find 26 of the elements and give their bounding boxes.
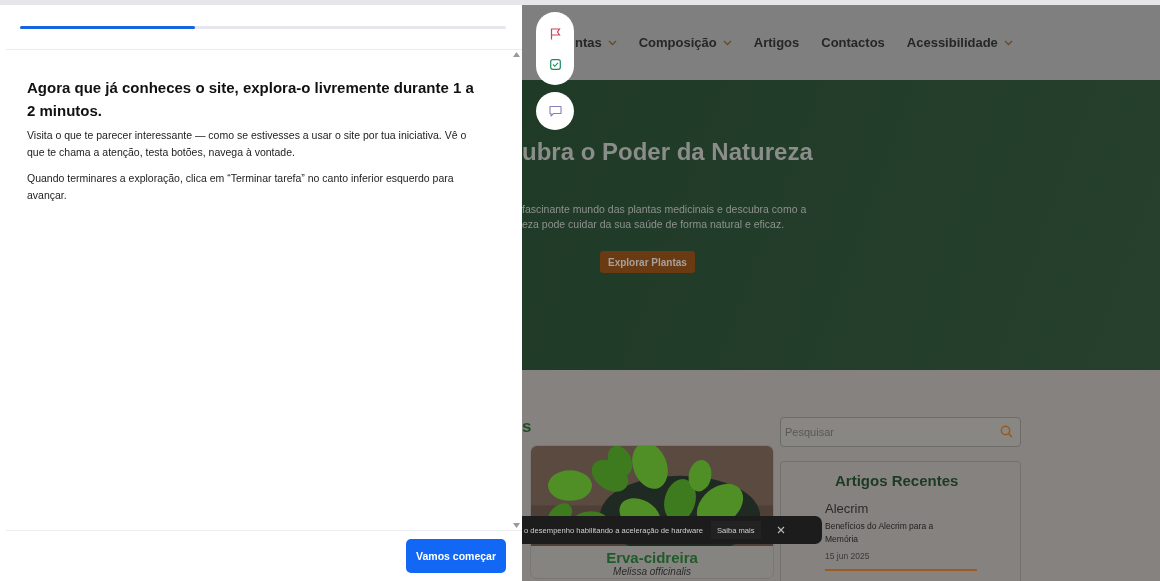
article-date: 15 jun 2025: [825, 551, 977, 571]
recent-articles-title: Artigos Recentes: [835, 472, 960, 489]
section-title: s: [522, 417, 533, 438]
nav-link[interactable]: ntas: [575, 35, 617, 50]
close-icon[interactable]: [776, 526, 785, 534]
scroll-down-icon[interactable]: [512, 523, 520, 528]
instruction-text: Quando terminares a exploração, clica em “Terminar tarefa” no canto inferior esquerdo para avançar.: [27, 171, 455, 203]
task-heading: Agora que já conheces o site, explora-o livremente durante 1 a 2 minutos.: [27, 78, 475, 121]
flag-icon[interactable]: [549, 27, 561, 40]
plant-name: Erva-cidreira: [606, 550, 698, 566]
checkbox-icon[interactable]: [549, 58, 561, 70]
hero-text: fascinante mundo das plantas medicinais e descubra como a: [522, 202, 808, 217]
nav-link[interactable]: Composição: [638, 35, 732, 50]
scroll-up-icon[interactable]: [512, 52, 520, 57]
plant-latin-name: Melissa officinalis: [613, 566, 691, 578]
nav-link[interactable]: Artigos: [753, 35, 800, 50]
hero-text: eza pode cuidar da sua saúde de forma natural e eficaz.: [522, 217, 786, 232]
nav-link[interactable]: Acessibilidade: [906, 35, 1013, 50]
hero-title: ubra o Poder da Natureza: [522, 138, 814, 166]
nav-link[interactable]: Contactos: [821, 35, 885, 50]
article-title[interactable]: Benefícios do Alecrim para a Memória: [825, 520, 965, 546]
explore-button[interactable]: Explorar Plantas: [600, 251, 695, 273]
chat-icon[interactable]: [548, 105, 562, 117]
start-button[interactable]: Vamos começar: [406, 539, 506, 573]
article-category: Alecrim: [825, 501, 870, 516]
instruction-text: Visita o que te parecer interessante — como se estivesses a usar o site por tua iniciativa. Vê o que te chama a atenção, testa botões, navega à vontade.: [27, 128, 468, 160]
